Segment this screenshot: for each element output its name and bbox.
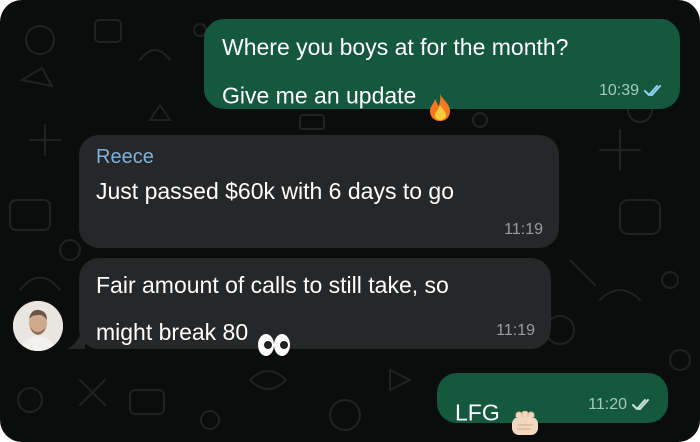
message-text: Where you boys at for the month? Give me… [222,30,662,131]
sender-name[interactable]: Reece [96,145,543,169]
avatar[interactable] [13,301,63,351]
delivered-ticks-icon [632,399,649,410]
message-meta: 11:19 [496,322,535,340]
message-meta: 10:39 [599,82,664,100]
message-time: 11:19 [496,322,535,339]
fire-emoji [426,58,454,131]
fist-bump-emoji [510,377,542,442]
message-bubble-incoming[interactable]: Fair amount of calls to still take, so m… [79,258,551,356]
message-bubble-incoming[interactable]: Reece Just passed $60k with 6 days to go… [79,135,559,248]
message-time: 11:19 [504,221,543,238]
message-bubble-outgoing[interactable]: Where you boys at for the month? Give me… [204,19,680,121]
bubble-tail [67,331,85,349]
message-meta: 11:20 [588,396,652,414]
eyes-emoji [256,298,292,366]
message-text: Fair amount of calls to still take, so m… [96,268,535,366]
message-meta: 11:19 [504,221,543,239]
chat-view: Where you boys at for the month? Give me… [0,0,700,442]
message-time: 11:20 [588,396,627,413]
read-ticks-icon [644,85,661,96]
message-bubble-outgoing[interactable]: LFG 11:20 [437,373,668,435]
message-text: Just passed $60k with 6 days to go [96,178,454,204]
avatar-photo [13,301,63,351]
message-time: 10:39 [598,82,639,99]
